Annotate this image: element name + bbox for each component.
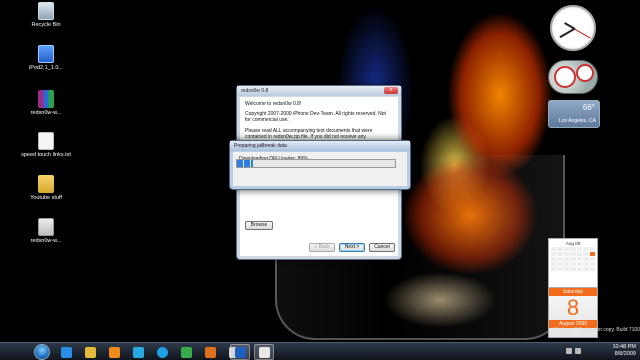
progress-bar — [236, 159, 396, 168]
media-player-icon — [108, 346, 120, 358]
next-button[interactable]: Next > — [339, 243, 365, 252]
desktop-icon-label: redsn0w-w... — [30, 110, 62, 116]
browse-button[interactable]: Browse — [245, 221, 273, 230]
calendar-month-view: Aug 09 — [548, 238, 598, 288]
taskbar-document-button[interactable] — [254, 344, 274, 360]
winamp-icon — [204, 346, 216, 358]
taskbar-skype-2-button[interactable] — [152, 344, 172, 360]
desktop-icon-recycle-bin[interactable]: Recycle Bin — [16, 2, 76, 29]
cpu-dial-icon — [554, 66, 576, 88]
taskbar-redsn0w-button[interactable] — [230, 344, 250, 360]
window-title: redsn0w 0.8 — [237, 86, 401, 96]
network-icon[interactable] — [566, 348, 572, 354]
document-icon — [258, 346, 270, 358]
start-button[interactable] — [34, 344, 50, 360]
clock-second-hand — [574, 28, 591, 39]
skype-icon-2 — [156, 346, 168, 358]
desktop-icon-speed-touch-links[interactable]: speed touch links.txt — [16, 132, 76, 159]
taskbar-winamp-button[interactable] — [200, 344, 220, 360]
winrar-archive-icon — [38, 90, 54, 108]
calendar-grid — [551, 247, 595, 271]
explorer-icon — [84, 346, 96, 358]
calendar-day-number: 8 — [566, 295, 580, 320]
tray-icons — [566, 348, 581, 354]
progress-dialog: Preparing jailbreak data Downloading DFU… — [229, 140, 411, 190]
weather-city: Los Angeles, CA — [559, 118, 596, 124]
desktop-icon-label: redsn0w-w... — [30, 238, 62, 244]
desktop-icon-label: speed touch links.txt — [21, 152, 71, 158]
taskbar-explorer-button[interactable] — [80, 344, 100, 360]
ipod-firmware-icon — [38, 45, 54, 63]
back-button[interactable]: < Back — [309, 243, 335, 252]
system-tray: 10:48 PM 8/8/2009 — [566, 344, 636, 360]
desktop-icon-label: iPod2,1_1.0... — [29, 65, 63, 71]
exe-file-icon — [38, 218, 54, 236]
welcome-text: Welcome to redsn0w 0.8! — [245, 101, 302, 107]
close-button[interactable]: x — [384, 87, 398, 94]
desktop-icon-redsn0w-exe[interactable]: redsn0w-w... — [16, 218, 76, 245]
taskbar-media-player-button[interactable] — [104, 344, 124, 360]
copyright-text: Copyright 2007-2009 iPhone Dev-Team. All… — [245, 111, 386, 124]
desktop-icon-label: Recycle Bin — [31, 22, 61, 28]
progress-bar-fill — [237, 160, 253, 167]
redsn0w-icon — [234, 346, 246, 358]
windows-build-watermark: Windows 7 Evaluation copy. Build 7100 — [552, 327, 640, 333]
wizard-buttons: < Back Next > Cancel — [309, 243, 395, 252]
clock-minute-hand — [559, 28, 576, 39]
cancel-button[interactable]: Cancel — [369, 243, 395, 252]
desktop-icon-ipod-firmware[interactable]: iPod2,1_1.0... — [16, 45, 76, 72]
desktop-icon-label: Youtube stuff — [30, 195, 62, 201]
weather-temperature: 66° — [582, 103, 595, 112]
taskbar-media-button[interactable] — [176, 344, 196, 360]
taskbar: 10:48 PM 8/8/2009 — [0, 342, 640, 360]
skype-icon — [132, 346, 144, 358]
memory-dial-icon — [576, 64, 594, 82]
folder-icon — [38, 175, 54, 193]
taskbar-skype-button[interactable] — [128, 344, 148, 360]
volume-icon[interactable] — [575, 348, 581, 354]
recycle-bin-icon — [38, 2, 54, 20]
progress-dialog-title: Preparing jailbreak data — [230, 141, 410, 151]
taskbar-ie-button[interactable] — [56, 344, 76, 360]
desktop-icon-redsn0w-archive[interactable]: redsn0w-w... — [16, 90, 76, 117]
text-file-icon — [38, 132, 54, 150]
calendar-gadget[interactable]: Aug 09 Saturday 8 August 2009 — [548, 238, 598, 338]
weather-gadget[interactable]: 66° Los Angeles, CA — [548, 100, 600, 128]
progress-dialog-content: Downloading DFU loader: 89% — [233, 152, 407, 186]
desktop-icon-youtube-stuff[interactable]: Youtube stuff — [16, 175, 76, 202]
cpu-meter-gadget[interactable] — [548, 60, 598, 94]
ie-icon — [60, 346, 72, 358]
media-icon — [180, 346, 192, 358]
clock-gadget[interactable] — [550, 5, 596, 51]
calendar-month-header: Aug 09 — [565, 241, 581, 246]
